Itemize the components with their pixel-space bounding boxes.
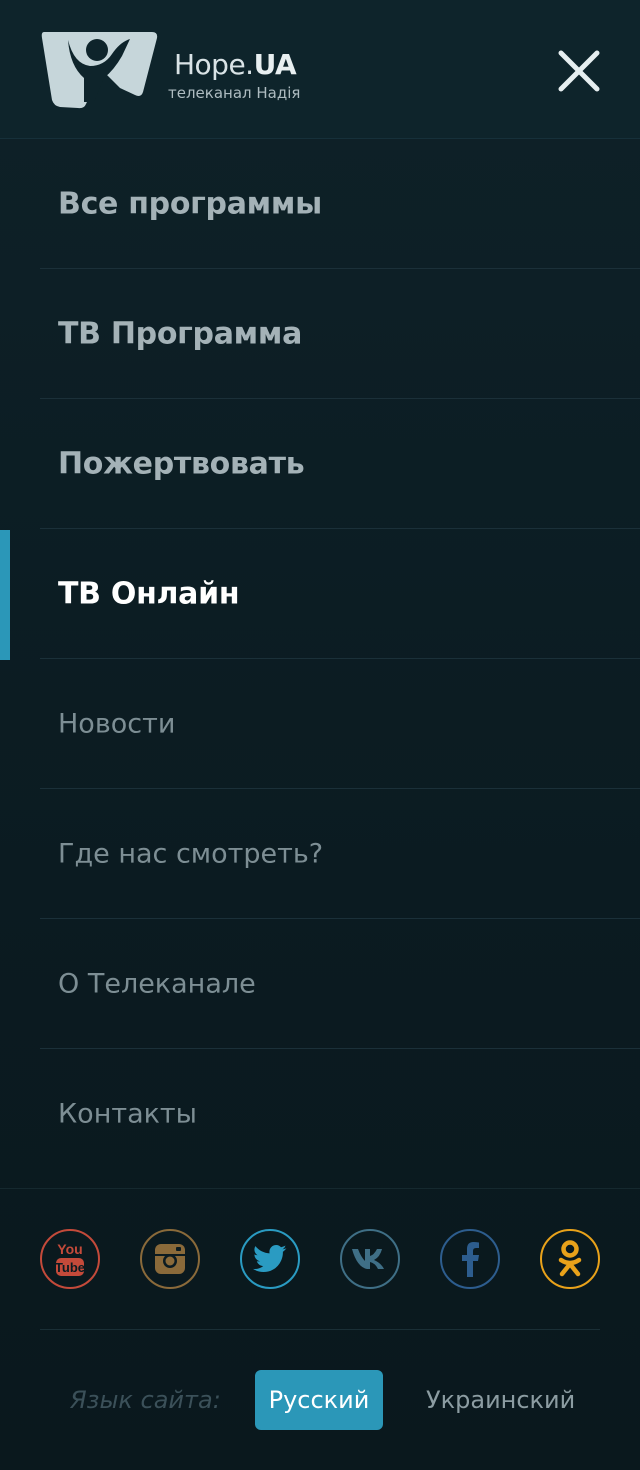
logo-name: Hope.UA: [174, 48, 297, 81]
svg-text:You: You: [57, 1241, 82, 1257]
instagram-icon: [155, 1244, 185, 1274]
menu-item-tv-program[interactable]: ТВ Программа: [40, 269, 640, 399]
menu-item-label: Где нас смотреть?: [58, 838, 324, 869]
twitter-button[interactable]: [240, 1229, 300, 1289]
menu-item-label: Контакты: [58, 1098, 197, 1130]
logo-name-bold: UA: [253, 48, 297, 81]
menu-item-tv-online[interactable]: ТВ Онлайн: [40, 529, 640, 659]
menu-item-donate[interactable]: Пожертвовать: [40, 399, 640, 529]
svg-text:Tube: Tube: [55, 1260, 85, 1275]
logo-name-regular: Hope.: [174, 48, 254, 81]
divider: [40, 1329, 600, 1330]
language-caption: Язык сайта:: [70, 1386, 221, 1414]
menu-item-label: ТВ Программа: [58, 316, 303, 351]
menu-item-label: Пожертвовать: [58, 446, 305, 481]
youtube-icon: You Tube: [55, 1241, 85, 1276]
vk-icon: [352, 1249, 384, 1269]
odnoklassniki-icon: [558, 1240, 582, 1277]
language-selector: Язык сайта: Русский Украинский: [0, 1370, 640, 1430]
menu-item-label: О Телеканале: [58, 968, 256, 999]
facebook-icon: [462, 1242, 479, 1277]
divider: [0, 1188, 640, 1189]
navigation-drawer: Hope.UA телеканал Надія Все программы ТВ …: [0, 0, 640, 1470]
social-links: You Tube: [40, 1229, 600, 1289]
language-russian-button[interactable]: Русский: [255, 1370, 383, 1430]
youtube-button[interactable]: You Tube: [40, 1229, 100, 1289]
odnoklassniki-button[interactable]: [540, 1229, 600, 1289]
logo[interactable]: Hope.UA телеканал Надія: [40, 30, 300, 112]
menu-item-news[interactable]: Новости: [40, 659, 640, 789]
close-icon[interactable]: [556, 48, 602, 94]
menu-item-about-channel[interactable]: О Телеканале: [40, 919, 640, 1049]
twitter-icon: [253, 1244, 287, 1273]
vk-button[interactable]: [340, 1229, 400, 1289]
active-indicator: [0, 530, 10, 660]
menu-item-label: ТВ Онлайн: [58, 576, 240, 611]
main-menu: Все программы ТВ Программа Пожертвовать ТВ …: [0, 139, 640, 1179]
instagram-button[interactable]: [140, 1229, 200, 1289]
header: Hope.UA телеканал Надія: [0, 0, 640, 139]
menu-item-label: Все программы: [58, 186, 322, 221]
menu-item-contacts[interactable]: Контакты: [40, 1049, 640, 1179]
facebook-button[interactable]: [440, 1229, 500, 1289]
menu-item-all-programs[interactable]: Все программы: [40, 139, 640, 269]
menu-item-where-to-watch[interactable]: Где нас смотреть?: [40, 789, 640, 919]
logo-tagline: телеканал Надія: [168, 84, 301, 102]
menu-item-label: Новости: [58, 708, 176, 739]
hope-logo-icon: [41, 32, 158, 109]
language-ukrainian-button[interactable]: Украинский: [426, 1370, 575, 1430]
